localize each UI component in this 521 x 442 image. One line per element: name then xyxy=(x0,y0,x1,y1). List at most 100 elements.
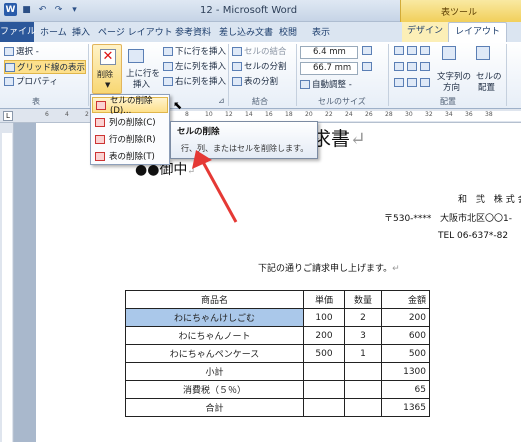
table-cell[interactable]: 2 xyxy=(344,308,382,327)
menu-item-delete-columns[interactable]: 列の削除(C) xyxy=(92,114,168,130)
table-cell[interactable]: 小計 xyxy=(125,362,304,381)
merge-cells-button[interactable]: セルの結合 xyxy=(232,45,287,57)
table-cell[interactable]: 500 xyxy=(381,344,430,363)
text-direction-label-2: 方向 xyxy=(443,83,461,93)
table-cell[interactable]: 1365 xyxy=(381,398,430,417)
header-cell[interactable]: 金額 xyxy=(381,290,430,309)
table-cell[interactable]: わにちゃんノート xyxy=(125,326,304,345)
merge-group-label: 結合 xyxy=(252,97,268,106)
table-group-label: 表 xyxy=(32,97,40,106)
table-cell[interactable] xyxy=(344,380,382,399)
group-separator xyxy=(506,44,507,106)
tab-home[interactable]: ホーム xyxy=(40,25,67,38)
delete-cells-tooltip: セルの削除 行、列、またはセルを削除します。 xyxy=(170,121,318,159)
split-cells-label: セルの分割 xyxy=(244,62,287,72)
menu-item-delete-cells[interactable]: セルの削除(D)... xyxy=(92,96,168,116)
table-cell[interactable] xyxy=(344,398,382,417)
table-cell[interactable]: 合計 xyxy=(125,398,304,417)
table-cell[interactable]: 100 xyxy=(303,308,345,327)
table-cell[interactable]: 1300 xyxy=(381,362,430,381)
select-button[interactable]: 選択 - xyxy=(4,45,39,57)
quick-access-toolbar: W ■ ↶ ↷ ▾ xyxy=(4,3,81,16)
insert-below-label: 下に行を挿入 xyxy=(175,47,227,57)
table-cell[interactable] xyxy=(303,398,345,417)
align-bottom-right-icon[interactable] xyxy=(420,78,430,87)
tab-selector-icon[interactable]: L xyxy=(3,111,13,121)
table-cell[interactable]: 3 xyxy=(344,326,382,345)
table-row: 合計 1365 xyxy=(125,398,430,417)
insert-right-button[interactable]: 右に列を挿入 xyxy=(163,75,226,87)
tab-mailings[interactable]: 差し込み文書 xyxy=(219,25,273,38)
redo-icon[interactable]: ↷ xyxy=(52,3,65,16)
autofit-button[interactable]: 自動調整 - xyxy=(300,78,352,90)
ruler-tick-label: 34 xyxy=(445,111,453,118)
tab-review[interactable]: 校閲 xyxy=(279,25,297,38)
cell-size-group-label: セルのサイズ xyxy=(318,97,366,106)
header-cell[interactable]: 数量 xyxy=(344,290,382,309)
table-cell[interactable]: 200 xyxy=(303,326,345,345)
align-bottom-center-icon[interactable] xyxy=(407,78,417,87)
rows-cols-launcher-icon[interactable]: ⊿ xyxy=(218,96,225,105)
ruler-tick-label: 38 xyxy=(485,111,493,118)
menu-item-label: セルの削除(D)... xyxy=(110,96,153,116)
table-cell[interactable]: 200 xyxy=(381,308,430,327)
autofit-label: 自動調整 - xyxy=(312,80,352,90)
tab-insert[interactable]: 挿入 xyxy=(72,25,90,38)
insert-below-button[interactable]: 下に行を挿入 xyxy=(163,45,226,57)
header-cell[interactable]: 商品名 xyxy=(125,290,304,309)
group-separator xyxy=(388,44,389,106)
ruler-tick-label: 26 xyxy=(365,111,373,118)
tab-design[interactable]: デザイン xyxy=(402,22,449,42)
table-header-row: 商品名 単価 数量 金額 xyxy=(125,290,430,309)
table-cell-selected[interactable]: わにちゃんけしごむ xyxy=(125,308,304,327)
tab-file[interactable]: ファイル xyxy=(0,22,36,42)
split-cells-button[interactable]: セルの分割 xyxy=(232,60,287,72)
align-top-center-icon[interactable] xyxy=(407,46,417,55)
menu-item-delete-table[interactable]: 表の削除(T) xyxy=(92,148,168,164)
group-separator xyxy=(296,44,297,106)
distribute-columns-button[interactable] xyxy=(362,62,372,71)
delete-button[interactable]: ✕ 削除 ▼ xyxy=(92,44,122,94)
distribute-rows-button[interactable] xyxy=(362,46,372,55)
tab-page-layout[interactable]: ページ レイアウト xyxy=(98,25,173,38)
tab-layout[interactable]: レイアウト xyxy=(448,22,508,42)
table-cell[interactable] xyxy=(344,362,382,381)
header-cell[interactable]: 単価 xyxy=(303,290,345,309)
align-middle-right-icon[interactable] xyxy=(420,62,430,71)
view-gridlines-button[interactable]: グリッド線の表示 xyxy=(4,60,87,74)
column-width-field[interactable]: 66.7 mm xyxy=(300,62,358,75)
delete-label: 削除 xyxy=(97,70,113,79)
table-cell[interactable]: 600 xyxy=(381,326,430,345)
word-logo-icon[interactable]: W xyxy=(4,3,17,16)
align-middle-center-icon[interactable] xyxy=(407,62,417,71)
split-table-button[interactable]: 表の分割 xyxy=(232,75,278,87)
table-cell[interactable]: 1 xyxy=(344,344,382,363)
invoice-table[interactable]: 商品名 単価 数量 金額 わにちゃんけしごむ 100 2 200 わにちゃんノー… xyxy=(125,290,430,417)
vertical-ruler[interactable] xyxy=(0,123,14,442)
properties-button[interactable]: プロパティ xyxy=(4,75,58,87)
align-middle-row xyxy=(394,62,430,71)
table-cell[interactable]: 消費税（５％） xyxy=(125,380,304,399)
align-bottom-left-icon[interactable] xyxy=(394,78,404,87)
ruler-tick-label: 18 xyxy=(285,111,293,118)
tab-references[interactable]: 参考資料 xyxy=(175,25,211,38)
table-cell[interactable] xyxy=(303,362,345,381)
align-top-right-icon[interactable] xyxy=(420,46,430,55)
table-cell[interactable] xyxy=(303,380,345,399)
align-top-left-icon[interactable] xyxy=(394,46,404,55)
table-cell[interactable]: 500 xyxy=(303,344,345,363)
intro-text: 下記の通りご請求申し上げます。↵ xyxy=(258,261,400,274)
table-cell[interactable]: 65 xyxy=(381,380,430,399)
row-height-field[interactable]: 6.4 mm xyxy=(300,46,358,59)
menu-item-delete-rows[interactable]: 行の削除(R) xyxy=(92,131,168,147)
customize-qat-icon[interactable]: ▾ xyxy=(68,3,81,16)
align-middle-left-icon[interactable] xyxy=(394,62,404,71)
undo-icon[interactable]: ↶ xyxy=(36,3,49,16)
insert-left-button[interactable]: 左に列を挿入 xyxy=(163,60,226,72)
alignment-group-label: 配置 xyxy=(440,97,456,106)
table-cell[interactable]: わにちゃんペンケース xyxy=(125,344,304,363)
ruler-tick-label: 6 xyxy=(45,111,49,118)
save-icon[interactable]: ■ xyxy=(20,3,33,16)
insert-above-icon-wrap xyxy=(128,48,152,64)
tab-view[interactable]: 表示 xyxy=(312,25,330,38)
